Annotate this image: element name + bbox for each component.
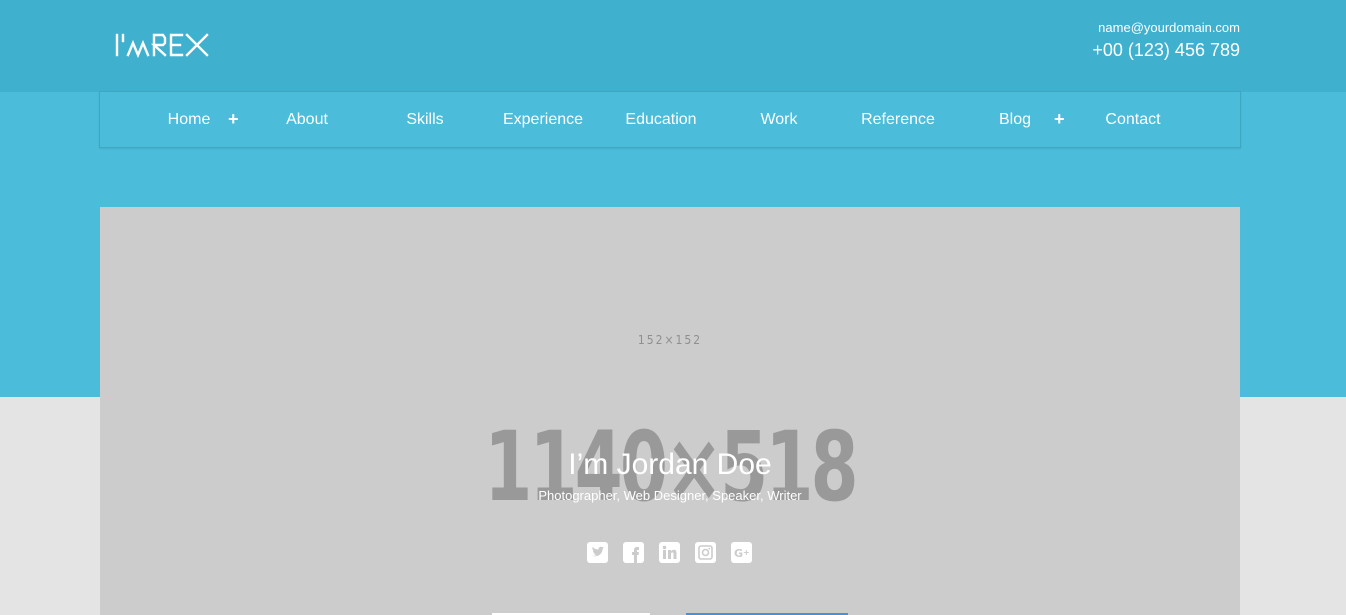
nav-work[interactable]: Work (756, 92, 802, 147)
hero-title: I’m Jordan Doe (568, 448, 772, 481)
nav-blog[interactable]: Blog (994, 92, 1036, 147)
nav-experience[interactable]: Experience (500, 92, 586, 147)
avatar-placeholder-label: 152×152 (637, 333, 703, 347)
nav-education[interactable]: Education (620, 92, 702, 147)
hero-subtitle: Photographer, Web Designer, Speaker, Wri… (538, 488, 802, 503)
svg-text:G: G (734, 547, 743, 560)
nav-reference[interactable]: Reference (856, 92, 940, 147)
nav-skills[interactable]: Skills (400, 92, 450, 147)
instagram-icon[interactable] (695, 542, 716, 563)
nav-home-expand-icon[interactable]: + (228, 92, 239, 147)
google-plus-icon[interactable]: G + (731, 542, 752, 563)
svg-text:+: + (743, 548, 750, 557)
nav-about[interactable]: About (280, 92, 334, 147)
site-logo[interactable] (114, 30, 210, 60)
hero-banner: 152×152 1140×518 I’m Jordan Doe Photogra… (100, 207, 1240, 615)
main-nav: Home + About Skills Experience Education… (99, 91, 1241, 148)
facebook-icon[interactable] (623, 542, 644, 563)
nav-blog-expand-icon[interactable]: + (1054, 92, 1065, 147)
contact-phone[interactable]: +00 (123) 456 789 (1092, 37, 1240, 63)
linkedin-icon[interactable] (659, 542, 680, 563)
contact-email[interactable]: name@yourdomain.com (1092, 20, 1240, 36)
nav-home[interactable]: Home (164, 92, 214, 147)
twitter-icon[interactable] (587, 542, 608, 563)
logo-mark (115, 33, 209, 59)
header-contact: name@yourdomain.com +00 (123) 456 789 (1092, 20, 1240, 63)
nav-contact[interactable]: Contact (1100, 92, 1166, 147)
